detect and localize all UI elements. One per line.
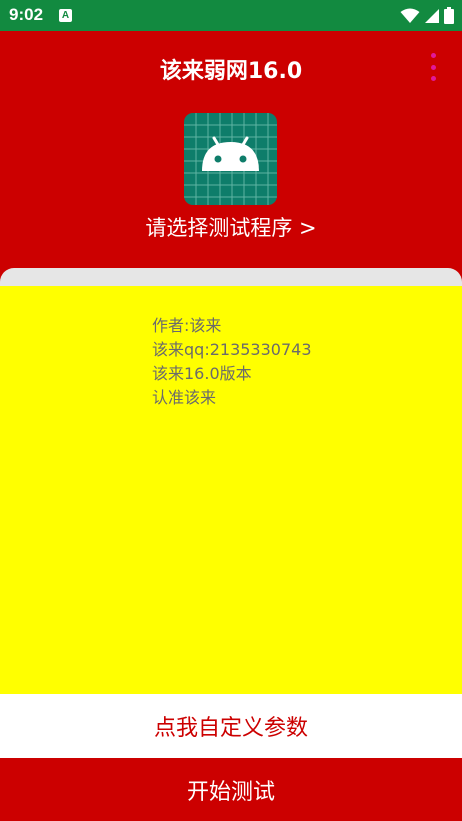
trust-line: 认准该来 (152, 388, 217, 407)
wifi-icon (400, 8, 420, 23)
signal-icon (425, 8, 439, 23)
info-text: 作者:该来 该来qq:2135330743 该来16.0版本 认准该来 (152, 314, 312, 410)
app-title: 该来弱网16.0 (159, 59, 303, 84)
start-test-button[interactable]: 开始测试 (0, 758, 462, 821)
content-area: 作者:该来 该来qq:2135330743 该来16.0版本 认准该来 (0, 286, 462, 694)
status-bar: 9:02 A (0, 0, 462, 31)
select-program-link[interactable]: 请选择测试程序 > (0, 212, 462, 242)
android-icon[interactable] (184, 113, 277, 205)
battery-icon (444, 7, 454, 24)
notification-icon: A (59, 9, 72, 22)
toolbar: 该来弱网16.0 (0, 31, 462, 101)
author-line: 作者:该来 (152, 316, 222, 335)
custom-params-button[interactable]: 点我自定义参数 (0, 694, 462, 758)
status-icons (400, 7, 454, 24)
more-vert-icon[interactable] (423, 53, 443, 81)
version-line: 该来16.0版本 (152, 364, 252, 383)
qq-line: 该来qq:2135330743 (152, 340, 312, 359)
status-time: 9:02 (9, 5, 44, 24)
